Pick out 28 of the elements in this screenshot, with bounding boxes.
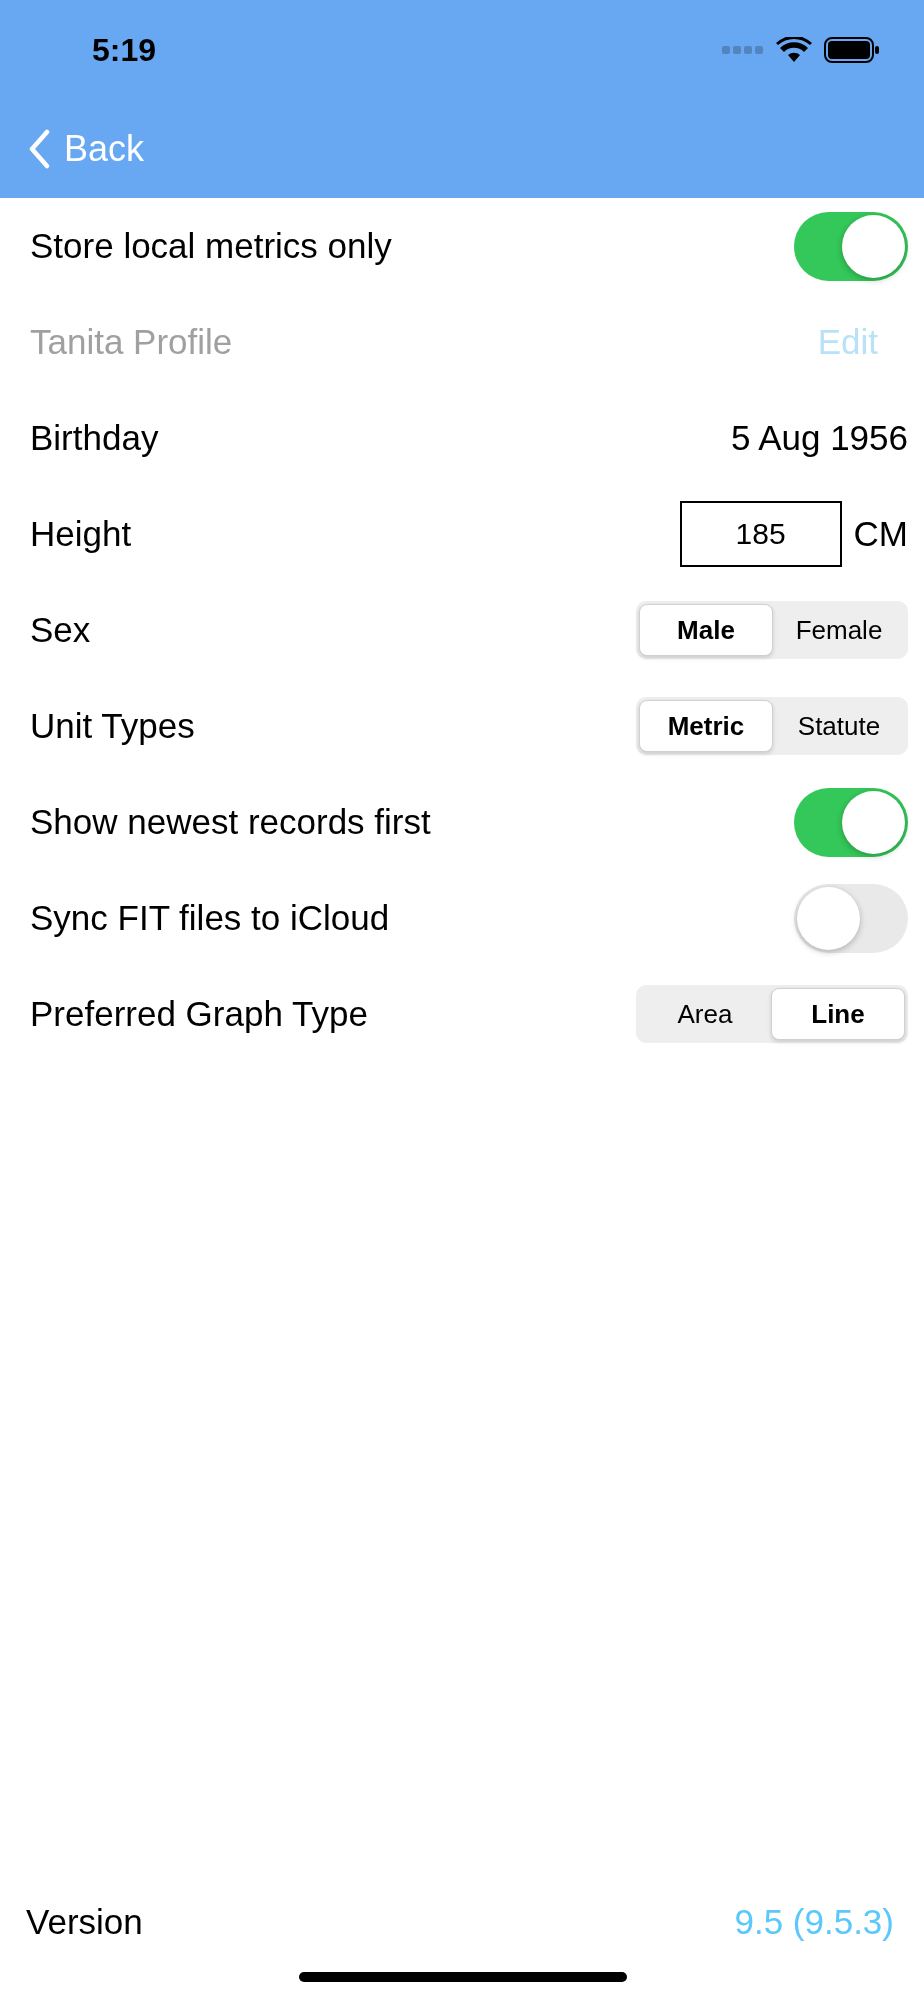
setting-label: Height <box>30 512 132 555</box>
segment-option[interactable]: Line <box>771 988 905 1040</box>
toggle-switch[interactable] <box>794 883 908 953</box>
segment-option[interactable]: Male <box>639 604 773 656</box>
setting-label: Sync FIT files to iCloud <box>30 896 390 939</box>
version-label: Version <box>26 1901 143 1943</box>
height-input[interactable]: 185 <box>679 501 842 567</box>
segment-option[interactable]: Statute <box>773 700 905 752</box>
setting-label: Show newest records first <box>30 800 431 843</box>
chevron-left-icon <box>28 129 50 169</box>
battery-icon <box>824 37 880 63</box>
unit-label: CM <box>853 512 908 555</box>
setting-label: Sex <box>30 608 91 651</box>
segment-option[interactable]: Female <box>773 604 905 656</box>
toggle-switch[interactable] <box>794 787 908 857</box>
setting-label: Unit Types <box>30 704 195 747</box>
version-value: 9.5 (9.5.3) <box>734 1901 894 1943</box>
segment-option[interactable]: Area <box>639 988 771 1040</box>
setting-label: Birthday <box>30 416 159 459</box>
toggle-switch[interactable] <box>794 211 908 281</box>
signal-icon <box>722 45 764 55</box>
setting-label: Preferred Graph Type <box>30 992 368 1035</box>
section-header: Tanita Profile <box>30 320 233 363</box>
setting-label: Store local metrics only <box>30 224 392 267</box>
status-time: 5:19 <box>92 31 157 70</box>
segment-option[interactable]: Metric <box>639 700 773 752</box>
birthday-value: 5 Aug 1956 <box>730 416 908 459</box>
wifi-icon <box>776 37 812 63</box>
